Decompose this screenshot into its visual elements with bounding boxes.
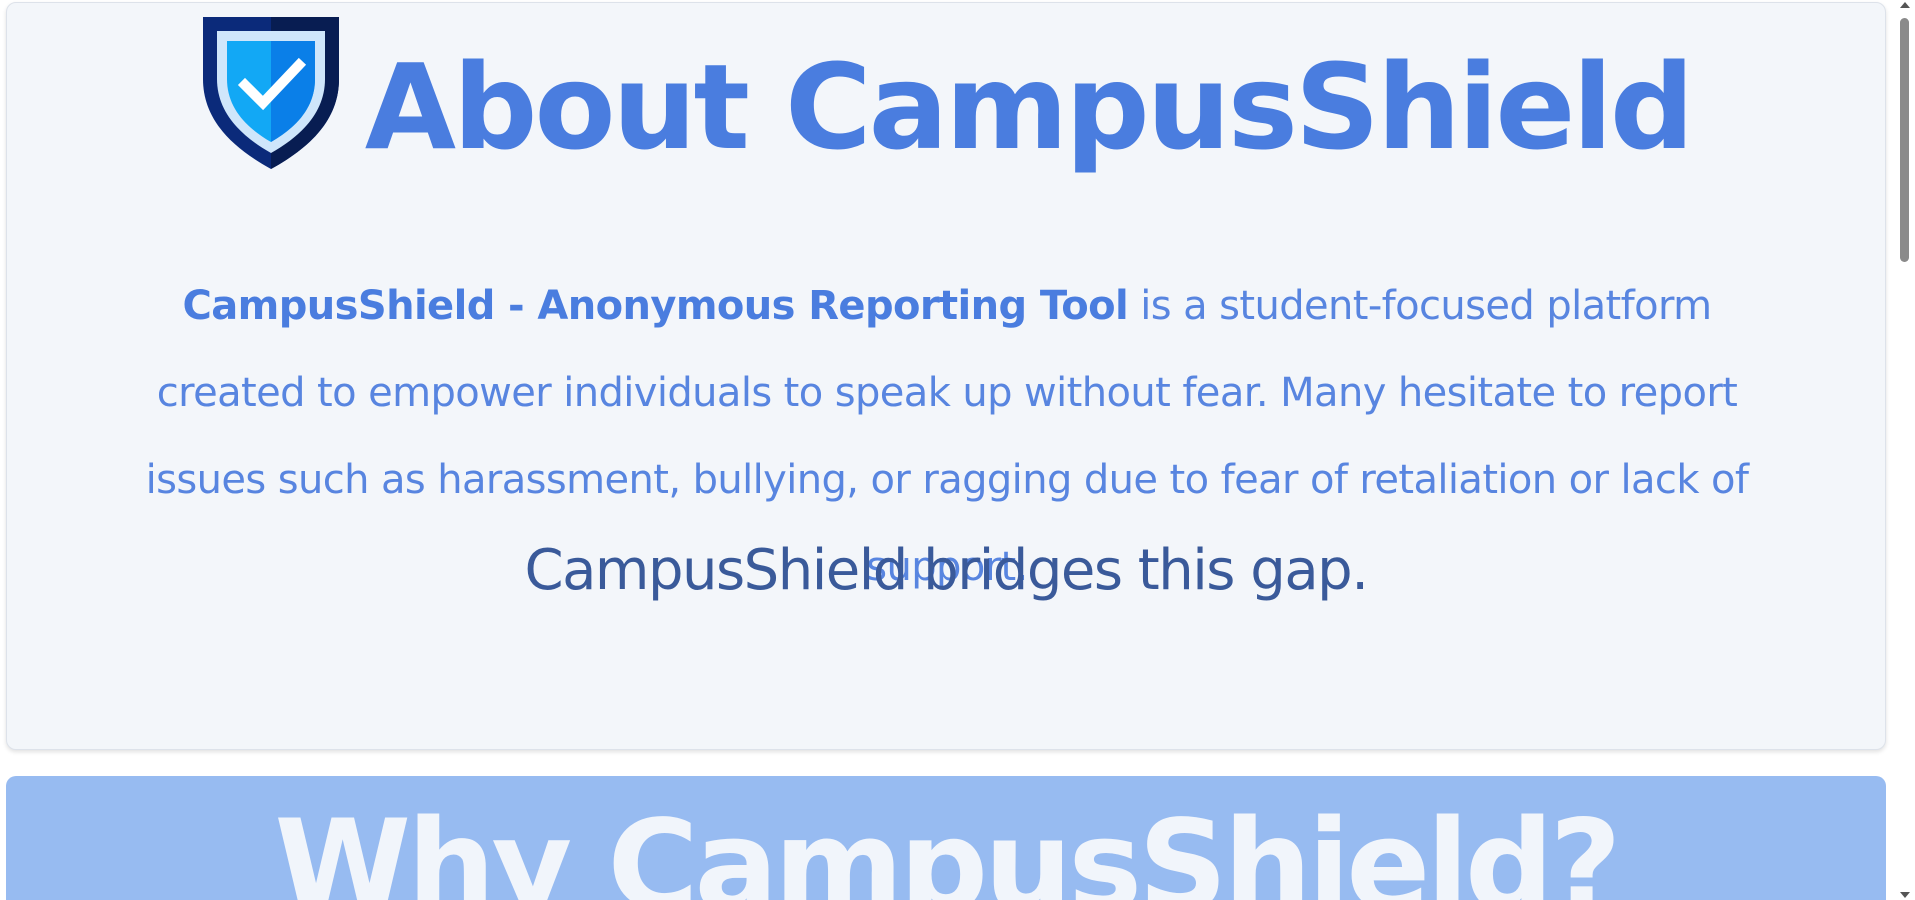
scrollbar-thumb[interactable] (1900, 18, 1909, 262)
why-section: Why CampusShield? (6, 776, 1886, 900)
page: About CampusShield CampusShield - Anonym… (0, 0, 1915, 900)
about-title: About CampusShield (364, 38, 1695, 176)
about-tagline: CampusShield bridges this gap. (524, 538, 1370, 603)
about-header: About CampusShield (7, 17, 1885, 187)
scroll-up-icon[interactable] (1900, 2, 1910, 8)
vertical-scrollbar[interactable] (1895, 0, 1915, 900)
about-section: About CampusShield CampusShield - Anonym… (6, 2, 1886, 750)
about-description-strong: CampusShield - Anonymous Reporting Tool (182, 283, 1129, 329)
why-title: Why CampusShield? (274, 794, 1621, 900)
shield-check-icon (202, 17, 339, 169)
scroll-down-icon[interactable] (1900, 892, 1910, 898)
